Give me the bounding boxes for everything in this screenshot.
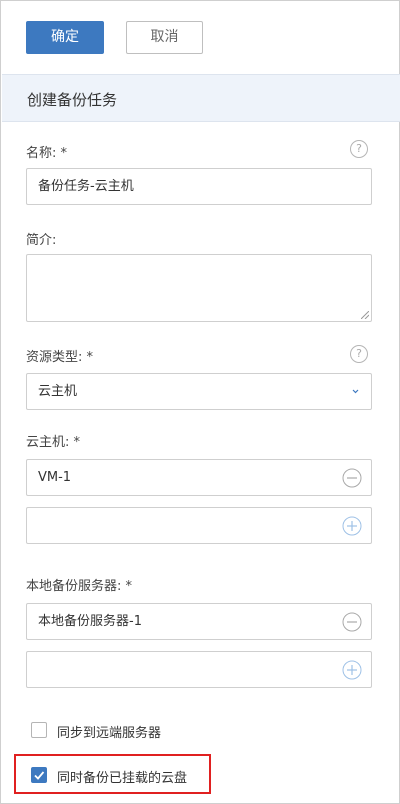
- confirm-button[interactable]: 确定: [26, 21, 104, 54]
- name-label: 名称: *: [26, 146, 68, 161]
- action-toolbar: 确定 取消: [1, 1, 399, 73]
- section-header: 创建备份任务: [2, 74, 400, 122]
- cancel-button[interactable]: 取消: [126, 21, 203, 54]
- question-circle-icon[interactable]: ?: [350, 140, 368, 158]
- backup-server-label: 本地备份服务器: *: [26, 579, 133, 594]
- backup-server-input-1[interactable]: 本地备份服务器-1: [26, 603, 372, 640]
- plus-circle-icon[interactable]: [342, 660, 362, 680]
- plus-circle-icon[interactable]: [342, 516, 362, 536]
- description-textarea[interactable]: [26, 254, 372, 322]
- vm-input-1[interactable]: VM-1: [26, 459, 372, 496]
- minus-circle-icon[interactable]: [342, 612, 362, 632]
- description-label: 简介:: [26, 233, 57, 248]
- minus-circle-icon[interactable]: [342, 468, 362, 488]
- section-title: 创建备份任务: [27, 91, 118, 109]
- resize-handle-icon[interactable]: [361, 311, 369, 319]
- chevron-down-icon: [352, 389, 359, 394]
- backup-server-value: 本地备份服务器-1: [38, 614, 142, 629]
- vm-label: 云主机: *: [26, 435, 81, 450]
- vm-input-2[interactable]: [26, 507, 372, 544]
- name-input[interactable]: 备份任务-云主机: [26, 168, 372, 205]
- question-circle-icon[interactable]: ?: [350, 345, 368, 363]
- sync-remote-checkbox[interactable]: [31, 722, 47, 738]
- resource-type-label: 资源类型: *: [26, 350, 94, 365]
- vm-value: VM-1: [38, 470, 72, 485]
- resource-type-value: 云主机: [38, 384, 78, 399]
- backup-server-input-2[interactable]: [26, 651, 372, 688]
- sync-remote-label[interactable]: 同步到远端服务器: [57, 722, 161, 741]
- resource-type-select[interactable]: 云主机: [26, 373, 372, 410]
- highlight-box: [14, 754, 211, 794]
- create-backup-task-panel: 确定 取消 创建备份任务 名称: * ? 备份任务-云主机 简介: 资源类型: …: [0, 0, 400, 804]
